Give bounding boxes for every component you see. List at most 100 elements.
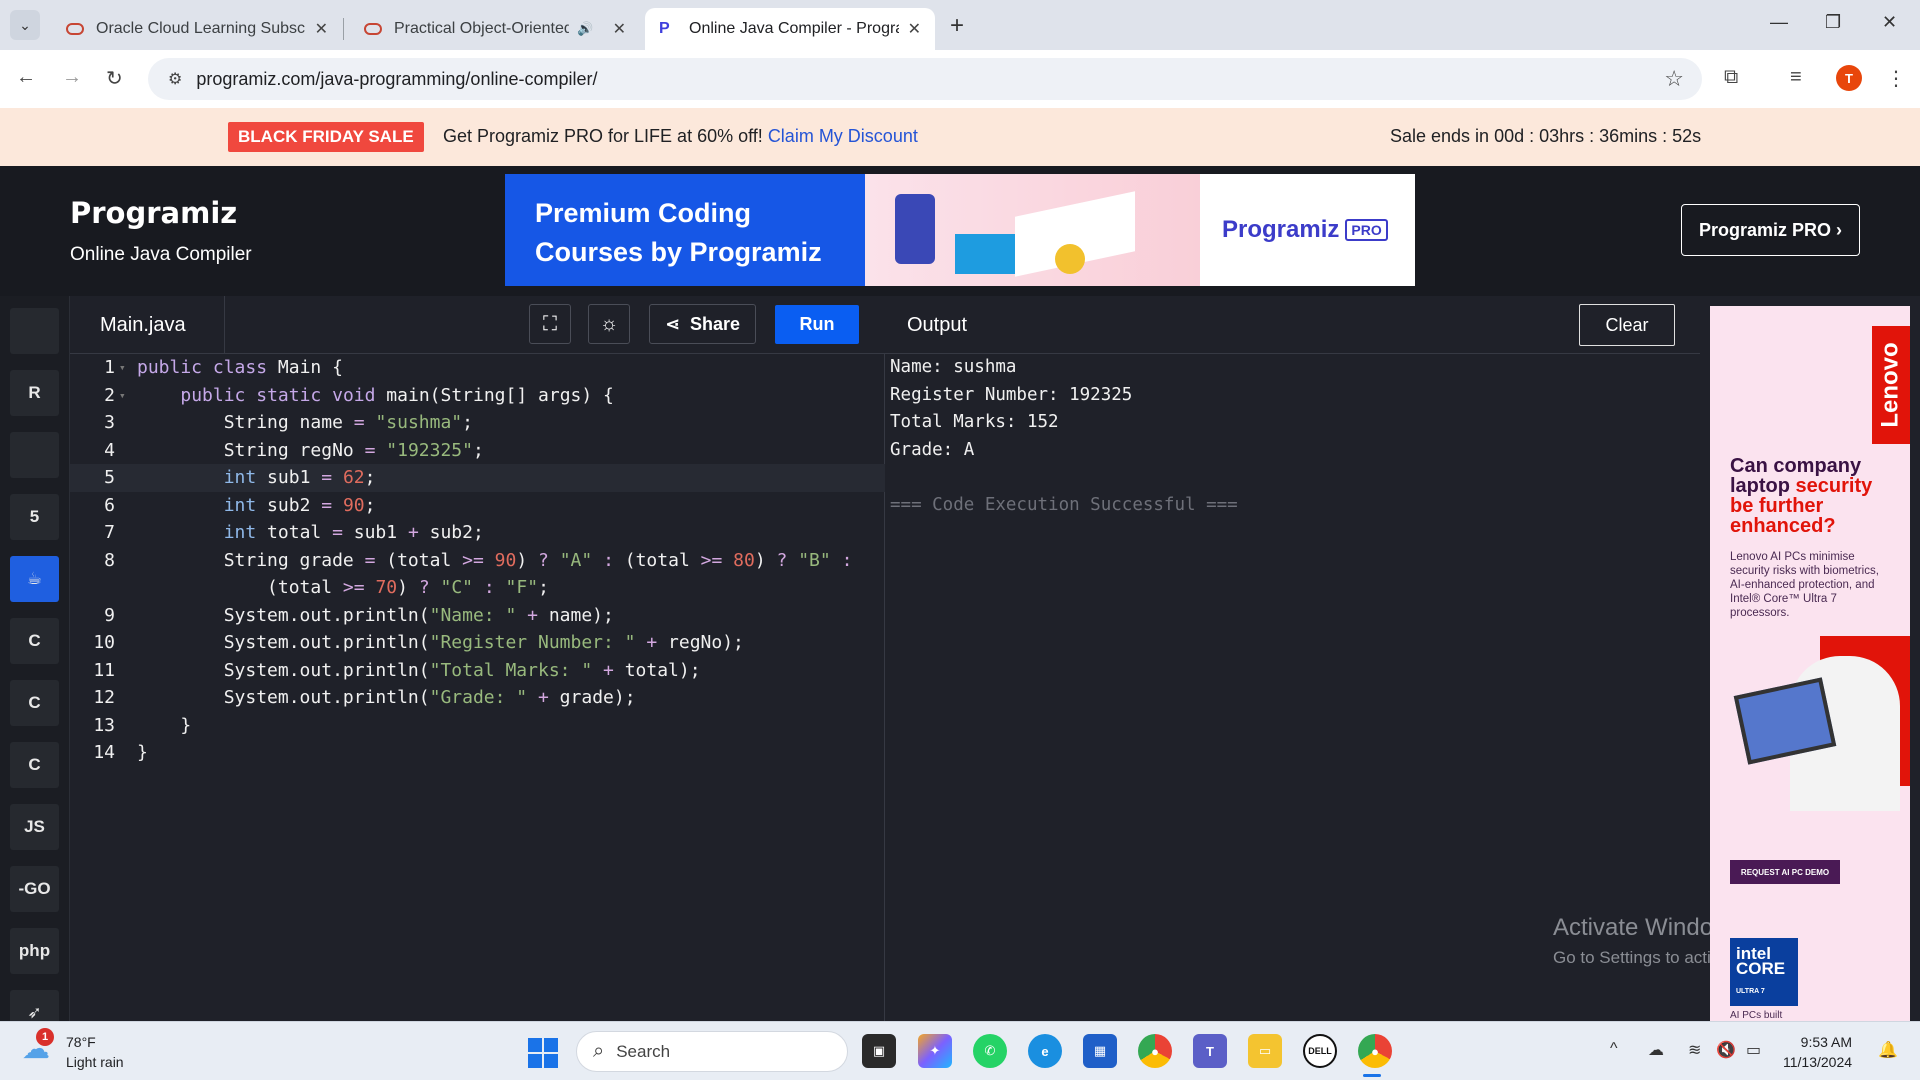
code-line: 4 String regNo = "192325"; [104, 439, 484, 461]
code-line: 10 System.out.println("Register Number: … [93, 632, 744, 653]
media-controls-icon[interactable]: ≡ [1790, 66, 1802, 89]
python-icon[interactable] [10, 308, 59, 354]
js-icon[interactable]: JS [10, 804, 59, 850]
sql-icon[interactable] [10, 432, 59, 478]
copilot-icon[interactable]: ✦ [918, 1034, 952, 1068]
code-area[interactable]: 1 ▾ public class Main { 2 ▾ public static v… [70, 354, 885, 767]
premium-courses-ad[interactable]: Premium Coding Courses by Programiz Prog… [505, 174, 1415, 286]
sale-message: Get Programiz PRO for LIFE at 60% off! C… [443, 126, 918, 146]
code-line: 9 System.out.println("Name: " + name); [104, 604, 614, 626]
programiz-favicon-icon: P [659, 20, 670, 37]
file-tab-main-java[interactable]: Main.java [70, 296, 225, 354]
edge-icon[interactable]: e [1028, 1034, 1062, 1068]
browser-menu-icon[interactable]: ⋮ [1886, 66, 1906, 91]
volume-muted-icon[interactable]: 🔇 [1716, 1040, 1736, 1060]
code-line: 3 String name = "sushma"; [104, 412, 473, 433]
lenovo-side-ad[interactable]: Lenovo Can company laptop security be fu… [1710, 306, 1910, 1021]
close-window-icon[interactable]: ✕ [1882, 12, 1897, 33]
bookmark-star-icon[interactable]: ☆ [1664, 66, 1684, 92]
c-icon[interactable]: C [10, 618, 59, 664]
php-icon[interactable]: php [10, 928, 59, 974]
java-icon[interactable]: ☕ [10, 556, 59, 602]
forward-icon[interactable]: → [62, 66, 82, 89]
chrome-profile-icon[interactable]: ● [1358, 1034, 1392, 1068]
theme-toggle-icon[interactable]: ☼ [588, 304, 630, 344]
tab-practical-oop[interactable]: Practical Object-Oriented C 🔊 ✕ [350, 8, 640, 50]
request-demo-button[interactable]: REQUEST AI PC DEMO [1730, 860, 1840, 884]
extensions-icon[interactable]: ⧉ [1724, 66, 1738, 89]
ad-headline: Premium Coding Courses by Programiz [505, 174, 865, 286]
site-settings-icon[interactable]: ⚙ [168, 69, 182, 89]
ad-headline: Can company laptop security be further e… [1730, 455, 1873, 537]
new-tab-icon[interactable]: + [950, 12, 964, 40]
teams-icon[interactable]: T [1193, 1034, 1227, 1068]
notifications-icon[interactable]: 🔔 [1878, 1040, 1898, 1060]
back-icon[interactable]: ← [16, 66, 36, 89]
battery-icon[interactable]: ▭ [1746, 1040, 1761, 1060]
code-line: 11 System.out.println("Total Marks: " + … [93, 659, 701, 681]
sale-badge: BLACK FRIDAY SALE [228, 122, 424, 152]
onedrive-icon[interactable]: ☁ [1648, 1040, 1664, 1060]
tab-oracle-cloud[interactable]: Oracle Cloud Learning Subscrip ✕ [52, 8, 342, 50]
share-button[interactable]: ⋖ Share [649, 304, 756, 344]
ad-copy: Lenovo AI PCs minimise security risks wi… [1730, 551, 1879, 619]
taskbar-search[interactable]: ⌕ Search [576, 1031, 848, 1072]
restore-icon[interactable]: ❐ [1825, 12, 1841, 33]
windows-start-icon[interactable] [528, 1038, 558, 1068]
programiz-pro-button[interactable]: Programiz PRO › [1681, 204, 1860, 256]
chrome-icon[interactable]: ● [1138, 1034, 1172, 1068]
close-tab-icon[interactable]: ✕ [315, 19, 328, 39]
task-view-icon[interactable]: ▣ [862, 1034, 896, 1068]
language-sidebar: R 5 ☕ C C C JS -GO php ➶ [0, 296, 70, 1036]
search-icon: ⌕ [593, 1040, 605, 1062]
code-line: 13 } [93, 714, 192, 736]
tab-separator [343, 18, 344, 40]
output-title: Output [907, 314, 968, 336]
file-explorer-icon[interactable]: ▭ [1248, 1034, 1282, 1068]
ad-photo [1733, 636, 1910, 816]
code-line: 6 int sub2 = 90; [104, 494, 376, 516]
oracle-icon [364, 23, 382, 35]
output-line: Grade: A [890, 439, 975, 460]
ad-illustration [865, 174, 1200, 286]
browser-tab-strip: ⌄ Oracle Cloud Learning Subscrip ✕ Pract… [0, 0, 1920, 50]
weather-widget[interactable]: ☁ 1 78°F Light rain [22, 1028, 124, 1072]
execution-status: === Code Execution Successful === [890, 494, 1238, 515]
tab-online-java-compiler[interactable]: P Online Java Compiler - Progran ✕ [645, 8, 935, 50]
whatsapp-icon[interactable]: ✆ [973, 1034, 1007, 1068]
url-field[interactable]: ⚙ programiz.com/java-programming/online-… [148, 58, 1702, 100]
code-line-active: 5 int sub1 = 62; [70, 464, 885, 492]
minimize-icon[interactable]: — [1770, 12, 1788, 33]
editor-toolbar: Main.java ⛶ ☼ ⋖ Share Run [70, 296, 885, 354]
page-title: Online Java Compiler [70, 244, 252, 265]
wifi-icon[interactable]: ≋ [1688, 1040, 1701, 1060]
reload-icon[interactable]: ↻ [106, 66, 123, 91]
output-line: Total Marks: 152 [890, 412, 1059, 432]
claim-discount-link[interactable]: Claim My Discount [768, 126, 918, 146]
fullscreen-icon[interactable]: ⛶ [529, 304, 571, 344]
sale-banner: BLACK FRIDAY SALE Get Programiz PRO for … [0, 108, 1920, 166]
oracle-icon [66, 23, 84, 35]
html-icon[interactable]: 5 [10, 494, 59, 540]
clear-button[interactable]: Clear [1579, 304, 1675, 346]
show-hidden-icons-icon[interactable]: ^ [1610, 1040, 1618, 1058]
rain-cloud-icon: ☁ 1 [22, 1028, 56, 1066]
notification-badge: 1 [36, 1028, 54, 1046]
tab-search-chevron-icon[interactable]: ⌄ [10, 10, 40, 40]
csharp-icon[interactable]: C [10, 742, 59, 788]
output-console[interactable]: Name: sushma Register Number: 192325 Tot… [890, 354, 1238, 519]
cpp-icon[interactable]: C [10, 680, 59, 726]
close-tab-icon[interactable]: ✕ [613, 19, 626, 39]
dell-icon[interactable]: DELL [1303, 1034, 1337, 1068]
lenovo-logo: Lenovo [1872, 326, 1910, 444]
run-button[interactable]: Run [775, 305, 859, 344]
profile-avatar[interactable]: T [1836, 65, 1862, 91]
output-toolbar: Output Clear [885, 296, 1700, 354]
close-tab-icon[interactable]: ✕ [908, 19, 921, 39]
store-icon[interactable]: ▦ [1083, 1034, 1117, 1068]
go-icon[interactable]: -GO [10, 866, 59, 912]
programiz-logo[interactable]: Programiz [70, 196, 237, 230]
audio-playing-icon[interactable]: 🔊 [577, 21, 593, 37]
system-clock[interactable]: 9:53 AM 11/13/2024 [1783, 1032, 1852, 1072]
r-icon[interactable]: R [10, 370, 59, 416]
